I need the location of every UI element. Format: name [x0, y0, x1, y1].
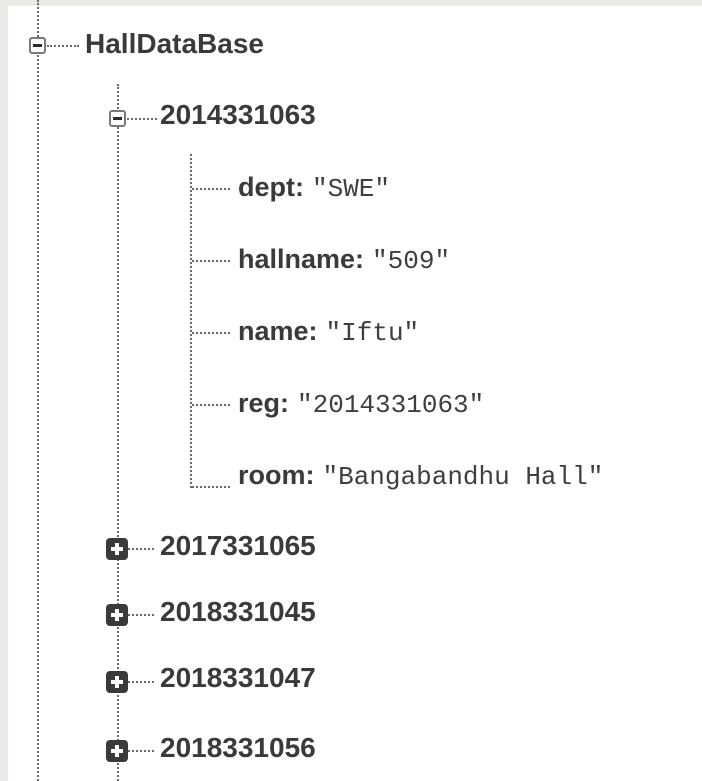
tree-leaf-field: name: "Iftu"	[238, 316, 420, 348]
expand-icon[interactable]	[106, 740, 128, 762]
tree-guide-line	[37, 0, 39, 781]
tree-node-child[interactable]: 2017331065	[160, 532, 316, 560]
tree-guide-line	[190, 154, 192, 488]
field-key: reg:	[238, 388, 290, 418]
tree-connector	[47, 45, 79, 47]
tree-connector	[192, 188, 230, 190]
tree-connector	[127, 118, 157, 120]
tree-connector	[192, 260, 230, 262]
expand-icon[interactable]	[106, 538, 128, 560]
database-tree: HallDataBase 2014331063 dept: "SWE" halln…	[0, 0, 702, 781]
tree-connector	[192, 404, 230, 406]
field-value: "509"	[372, 246, 451, 276]
collapse-icon[interactable]	[109, 110, 126, 127]
field-value: "SWE"	[311, 174, 390, 204]
field-key: name:	[238, 316, 318, 346]
field-key: hallname:	[238, 244, 365, 274]
field-value: "2014331063"	[297, 390, 485, 420]
tree-node-child[interactable]: 2018331056	[160, 734, 316, 762]
tree-connector	[192, 486, 230, 488]
field-value: "Iftu"	[325, 318, 420, 348]
tree-node-child[interactable]: 2018331045	[160, 598, 316, 626]
field-key: dept:	[238, 172, 304, 202]
tree-leaf-field: reg: "2014331063"	[238, 388, 485, 420]
tree-connector	[128, 681, 154, 683]
tree-node-child[interactable]: 2018331047	[160, 664, 316, 692]
tree-connector	[128, 614, 154, 616]
collapse-icon[interactable]	[29, 37, 46, 54]
tree-connector	[192, 332, 230, 334]
tree-node-root[interactable]: HallDataBase	[85, 30, 264, 58]
tree-connector	[128, 750, 154, 752]
tree-leaf-field: room: "Bangabandhu Hall"	[238, 460, 604, 492]
tree-leaf-field: hallname: "509"	[238, 244, 451, 276]
field-value: "Bangabandhu Hall"	[322, 462, 604, 492]
expand-icon[interactable]	[106, 604, 128, 626]
tree-node-child[interactable]: 2014331063	[160, 101, 316, 129]
tree-leaf-field: dept: "SWE"	[238, 172, 390, 204]
expand-icon[interactable]	[106, 671, 128, 693]
field-key: room:	[238, 460, 315, 490]
tree-connector	[128, 548, 154, 550]
